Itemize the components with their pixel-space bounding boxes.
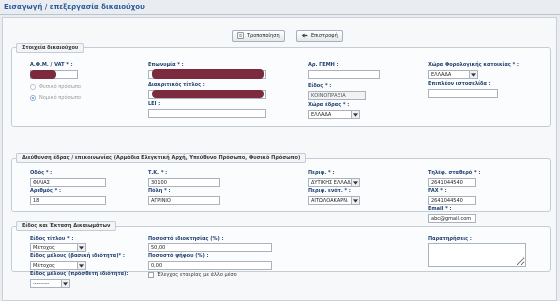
address-legend: Διεύθυνση έδρας / επικοινωνίας (Αρμόδια …: [16, 153, 307, 163]
back-button-label: Επιστροφή: [311, 33, 338, 39]
owner-type-label: Είδος μέλους (βασική ιδιότητα)* :: [30, 253, 125, 259]
owner-type-value: Μέτοχος: [33, 262, 55, 269]
afm-field[interactable]: [30, 70, 78, 79]
back-arrow-icon: [301, 32, 308, 41]
chevron-down-icon: [469, 71, 477, 78]
phone-label: Τηλέφ. σταθερό * :: [428, 170, 481, 176]
chevron-down-icon: [77, 262, 85, 269]
chevron-down-icon: [351, 111, 359, 118]
regional-unit-label: Περιφ. ενότ. * :: [308, 188, 351, 194]
lei-input[interactable]: [148, 109, 266, 118]
edit-button-label: Τροποποίηση: [247, 33, 280, 39]
right-type-label: Είδος τίτλου * :: [30, 236, 74, 242]
type-field[interactable]: ΚΟΙΝΟΠΡΑΞΙΑ: [308, 91, 366, 100]
region-label: Περιφ. * :: [308, 170, 335, 176]
other-control-label: Έλεγχος εταιρίας με άλλο μέσο: [157, 272, 237, 278]
fax-input[interactable]: 2641044540: [428, 196, 476, 205]
edit-button[interactable]: Τροποποίηση: [232, 30, 285, 42]
hq-country-select[interactable]: ΕΛΛΑΔΑ: [308, 110, 360, 119]
tax-country-value: ΕΛΛΑΔΑ: [431, 71, 452, 78]
trade-name-field[interactable]: [148, 90, 266, 99]
right-type-value: Μέτοχος: [33, 244, 55, 251]
tax-country-label: Χώρα Φορολογικής κατοικίας * :: [428, 62, 519, 68]
right-type-select[interactable]: Μέτοχος: [30, 243, 86, 252]
redacted-mark: [152, 69, 264, 79]
tk-label: Τ.Κ. * :: [148, 170, 168, 176]
afm-label: Α.Φ.Μ. / VAT * :: [30, 62, 73, 68]
redacted-mark: [30, 70, 56, 79]
radio-legal-person-label: Νομικό πρόσωπο: [39, 95, 81, 101]
back-button[interactable]: Επιστροφή: [296, 30, 343, 42]
member-type-label: Είδος μέλους (πρόσθετη ιδιότητα):: [30, 271, 129, 277]
page-title: Εισαγωγή / επεξεργασία δικαιούχου: [4, 3, 145, 11]
fax-label: FAX * :: [428, 188, 447, 194]
email-input[interactable]: abc@gmail.com: [428, 214, 476, 223]
name-field[interactable]: [148, 69, 266, 79]
other-control-checkbox[interactable]: Έλεγχος εταιρίας με άλλο μέσο: [148, 272, 237, 278]
number-input[interactable]: 18: [30, 196, 106, 205]
hq-country-value: ΕΛΛΑΔΑ: [311, 111, 332, 118]
member-type-select[interactable]: ---------: [30, 279, 70, 288]
title-divider: [0, 14, 560, 15]
gemi-label: Αρ. ΓΕΜΗ :: [308, 62, 339, 68]
chevron-down-icon: [351, 197, 359, 204]
radio-legal-person[interactable]: Νομικό πρόσωπο: [30, 95, 81, 101]
redacted-mark: [152, 90, 264, 98]
radio-dot: [30, 95, 36, 101]
extra-activity-label: Επιπλέον ιστοσελίδα :: [428, 81, 491, 87]
extra-activity-input[interactable]: [428, 89, 498, 98]
vote-percent-label: Ποσοστό ψήφου (%) :: [148, 253, 209, 259]
regional-unit-value: ΑΙΤΩΛΟΑΚΑΡΝ.: [311, 197, 349, 204]
city-label: Πόλη * :: [148, 188, 171, 194]
city-input[interactable]: ΑΓΡΙΝΙΟ: [148, 196, 220, 205]
rights-legend: Είδος και Έκταση Δικαιωμάτων: [16, 221, 117, 231]
name-label: Επωνυμία * :: [148, 62, 184, 68]
ownership-percent-input[interactable]: 50,00: [148, 243, 272, 252]
street-label: Οδός * :: [30, 170, 53, 176]
trade-name-label: Διακριτικός τίτλος :: [148, 82, 205, 88]
notes-label: Παρατηρήσεις :: [428, 236, 472, 242]
beneficiary-info-legend: Στοιχεία δικαιούχου: [16, 43, 85, 53]
hq-country-label: Χώρα έδρας * :: [308, 102, 350, 108]
type-label: Είδος * :: [308, 83, 332, 89]
region-select[interactable]: ΔΥΤΙΚΗΣ ΕΛΛΑΔ: [308, 178, 360, 187]
phone-input[interactable]: 2641044540: [428, 178, 476, 187]
tk-input[interactable]: 30100: [148, 178, 220, 187]
lei-label: LEI :: [148, 101, 161, 107]
tax-country-select[interactable]: ΕΛΛΑΔΑ: [428, 70, 478, 79]
regional-unit-select[interactable]: ΑΙΤΩΛΟΑΚΑΡΝ.: [308, 196, 360, 205]
member-type-value: ---------: [33, 280, 50, 287]
radio-natural-person-label: Φυσικό πρόσωπο: [39, 84, 81, 90]
owner-type-select[interactable]: Μέτοχος: [30, 261, 86, 270]
email-label: Email * :: [428, 206, 452, 212]
chevron-down-icon: [351, 179, 359, 186]
gemi-input[interactable]: [308, 70, 380, 79]
street-input[interactable]: ΦΙΛΙΑΣ: [30, 178, 106, 187]
beneficiary-info-section: [11, 47, 551, 127]
chevron-down-icon: [61, 280, 69, 287]
number-label: Αριθμός * :: [30, 188, 62, 194]
checkbox-box: [148, 272, 154, 278]
ownership-percent-label: Ποσοστό ιδιοκτησίας (%) :: [148, 236, 224, 242]
notes-textarea[interactable]: [428, 243, 526, 267]
region-value: ΔΥΤΙΚΗΣ ΕΛΛΑΔ: [311, 179, 351, 186]
radio-natural-person[interactable]: Φυσικό πρόσωπο: [30, 84, 81, 90]
vote-percent-input[interactable]: 0,00: [148, 261, 272, 270]
chevron-down-icon: [77, 244, 85, 251]
edit-icon: [237, 31, 244, 41]
radio-dot: [30, 84, 36, 90]
